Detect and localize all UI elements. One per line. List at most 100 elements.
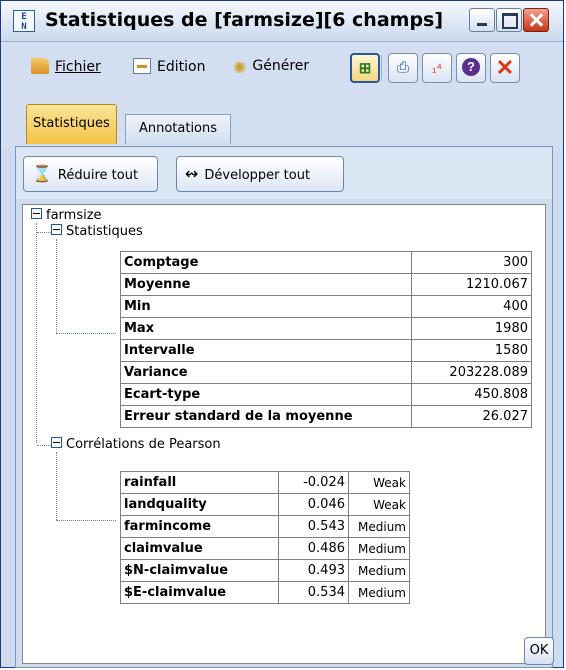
correlation-value: 0.534 [278, 581, 349, 604]
statistic-value: 300 [411, 251, 532, 274]
collapse-icon: ⌛ [32, 164, 52, 183]
close-output-button[interactable]: ✕ [490, 53, 520, 83]
collapse-toggle-icon[interactable] [51, 437, 62, 448]
minimize-button[interactable] [469, 8, 495, 32]
correlation-strength: Medium [348, 581, 410, 604]
statistics-tree-view[interactable]: farmsize Statistiques Comptage 300 Moyenne… [22, 204, 546, 664]
statistic-label: Ecart-type [120, 383, 412, 406]
statistic-value: 26.027 [411, 405, 532, 428]
ok-button[interactable]: OK [524, 637, 554, 665]
correlation-value: 0.046 [278, 493, 349, 516]
menu-fichier-label: Fichier [55, 59, 101, 75]
maximize-button[interactable] [496, 8, 522, 32]
statistics-table: Comptage 300 Moyenne 1210.067 Min 400 Max 1980 I… [120, 251, 532, 428]
table-row: landquality 0.046 Weak [120, 493, 410, 516]
tree-node-correlations-label: Corrélations de Pearson [66, 437, 221, 452]
tree-connector [36, 223, 37, 443]
statistic-value: 1580 [411, 339, 532, 362]
tree-node-correlations[interactable]: Corrélations de Pearson [51, 437, 221, 452]
statistics-window: EN Statistiques de [farmsize][6 champs] … [0, 0, 564, 668]
menu-fichier[interactable]: Fichier [31, 58, 101, 75]
correlation-strength: Weak [348, 493, 410, 516]
export-button[interactable]: ⊞ [350, 53, 380, 83]
statistic-label: Max [120, 317, 412, 340]
statistic-value: 400 [411, 295, 532, 318]
table-row: farmincome 0.543 Medium [120, 515, 410, 538]
correlation-strength: Medium [348, 559, 410, 582]
statistic-value: 1210.067 [411, 273, 532, 296]
table-row: Max 1980 [120, 317, 532, 340]
table-row: Erreur standard de la moyenne 26.027 [120, 405, 532, 428]
window-title: Statistiques de [farmsize][6 champs] [45, 9, 444, 31]
statistic-label: Intervalle [120, 339, 412, 362]
correlation-strength: Medium [348, 515, 410, 538]
expand-all-label: Développer tout [204, 168, 311, 183]
correlation-field: claimvalue [120, 537, 279, 560]
correlation-field: $E-claimvalue [120, 581, 279, 604]
correlation-value: 0.493 [278, 559, 349, 582]
statistic-label: Variance [120, 361, 412, 384]
menu-bar: Fichier Edition ✺ Générer ⊞ ⎙ ₁⁴ ? ✕ [1, 42, 563, 96]
tree-actions-bar: ⌛ Réduire tout ↭ Développer tout [16, 147, 552, 199]
table-row: Ecart-type 450.808 [120, 383, 532, 406]
menu-generer-label: Générer [252, 58, 310, 74]
table-row: Comptage 300 [120, 251, 532, 274]
tree-root-label: farmsize [46, 208, 102, 223]
table-row: Min 400 [120, 295, 532, 318]
correlation-value: -0.024 [278, 471, 349, 494]
correlation-field: $N-claimvalue [120, 559, 279, 582]
edit-icon [133, 58, 151, 74]
correlation-field: landquality [120, 493, 279, 516]
app-icon: EN [13, 10, 35, 32]
folder-icon [31, 58, 49, 74]
tree-connector [37, 232, 51, 233]
close-window-button[interactable] [523, 8, 549, 32]
graph-button[interactable]: ₁⁴ [422, 53, 452, 83]
collapse-all-label: Réduire tout [57, 168, 139, 183]
correlation-strength: Medium [348, 537, 410, 560]
correlation-value: 0.486 [278, 537, 349, 560]
tree-connector [56, 333, 116, 334]
correlations-table: rainfall -0.024 Weak landquality 0.046 Weak fa… [120, 471, 410, 604]
tree-connector [56, 520, 116, 521]
tree-root[interactable]: farmsize [31, 208, 102, 223]
print-button[interactable]: ⎙ [388, 53, 418, 83]
menu-edition-label: Edition [157, 59, 206, 75]
tab-strip: Statistiques Annotations [1, 96, 563, 146]
generate-icon: ✺ [233, 58, 247, 77]
statistic-value: 203228.089 [411, 361, 532, 384]
statistic-value: 450.808 [411, 383, 532, 406]
table-row: $N-claimvalue 0.493 Medium [120, 559, 410, 582]
table-row: claimvalue 0.486 Medium [120, 537, 410, 560]
table-row: $E-claimvalue 0.534 Medium [120, 581, 410, 604]
correlation-value: 0.543 [278, 515, 349, 538]
table-row: Moyenne 1210.067 [120, 273, 532, 296]
help-icon: ? [462, 58, 480, 76]
help-button[interactable]: ? [456, 53, 486, 83]
statistic-label: Min [120, 295, 412, 318]
tree-connector [56, 239, 57, 333]
correlation-field: rainfall [120, 471, 279, 494]
statistic-label: Comptage [120, 251, 412, 274]
export-icon: ⊞ [358, 60, 372, 77]
table-row: Variance 203228.089 [120, 361, 532, 384]
graph-icon: ₁⁴ [432, 60, 442, 75]
tree-connector [37, 445, 51, 446]
statistic-label: Moyenne [120, 273, 412, 296]
collapse-all-button[interactable]: ⌛ Réduire tout [23, 156, 158, 192]
tree-node-statistics[interactable]: Statistiques [51, 224, 143, 239]
collapse-toggle-icon[interactable] [51, 224, 62, 235]
collapse-toggle-icon[interactable] [31, 208, 42, 219]
statistic-label: Erreur standard de la moyenne [120, 405, 412, 428]
title-bar[interactable]: EN Statistiques de [farmsize][6 champs] [1, 1, 563, 42]
tab-annotations[interactable]: Annotations [125, 114, 231, 144]
tab-statistiques[interactable]: Statistiques [26, 104, 117, 144]
correlation-strength: Weak [348, 471, 410, 494]
expand-all-button[interactable]: ↭ Développer tout [176, 156, 344, 192]
menu-edition[interactable]: Edition [133, 58, 205, 75]
close-icon: ✕ [495, 55, 515, 80]
menu-generer[interactable]: ✺ Générer [233, 58, 309, 77]
tree-connector [56, 452, 57, 520]
table-row: Intervalle 1580 [120, 339, 532, 362]
correlation-field: farmincome [120, 515, 279, 538]
